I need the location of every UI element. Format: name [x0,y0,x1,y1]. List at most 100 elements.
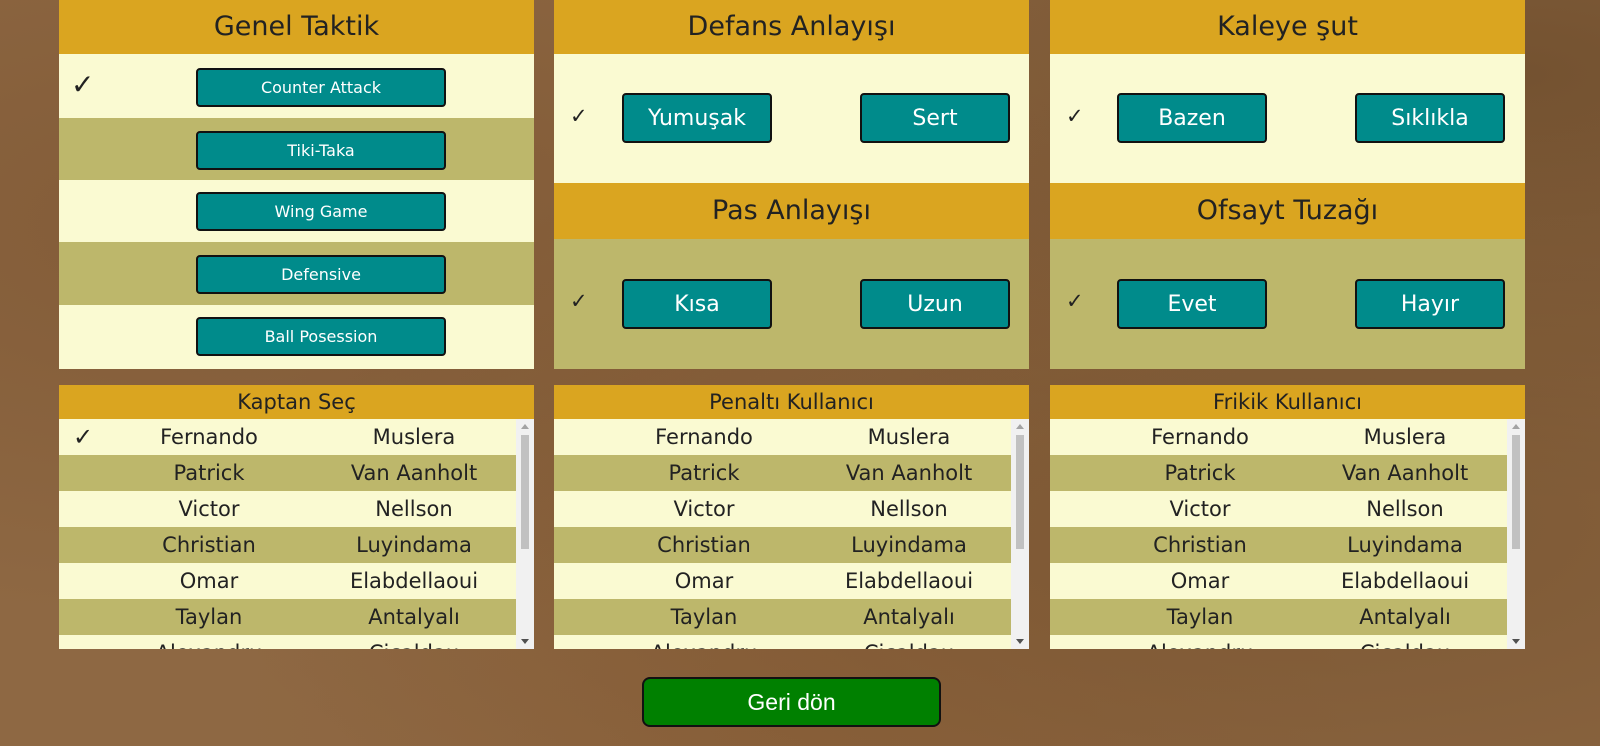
player-last-name: Muslera [372,425,456,449]
offside-options: ✓ Evet Hayır [1050,239,1525,369]
penalty-title: Penaltı Kullanıcı [554,385,1029,419]
player-first-name: Taylan [175,605,243,629]
scroll-up-arrow-icon[interactable] [1512,424,1520,429]
list-item[interactable]: Taylan Antalyalı [1050,599,1507,635]
player-first-name: Fernando [1151,425,1249,449]
player-first-name: Fernando [160,425,258,449]
player-last-name: Luyindama [1347,533,1463,557]
player-last-name: Antalyalı [1359,605,1451,629]
scroll-up-arrow-icon[interactable] [521,424,529,429]
list-item[interactable]: Christian Luyindama [59,527,516,563]
list-item[interactable]: Christian Luyindama [1050,527,1507,563]
scroll-up-arrow-icon[interactable] [1016,424,1024,429]
player-last-name: Muslera [867,425,951,449]
list-item[interactable]: Taylan Antalyalı [59,599,516,635]
player-first-name: Christian [657,533,751,557]
list-item[interactable]: Victor Nellson [59,491,516,527]
player-first-name: Omar [674,569,734,593]
scrollbar[interactable] [1011,419,1029,649]
offside-no-button[interactable]: Hayır [1355,279,1505,329]
player-first-name: Omar [179,569,239,593]
shot-panel: Kaleye şut ✓ Bazen Sıklıkla [1050,0,1525,183]
list-item[interactable]: Victor Nellson [554,491,1011,527]
player-last-name: Van Aanholt [1341,461,1469,485]
list-item[interactable]: Omar Elabdellaoui [1050,563,1507,599]
list-item[interactable]: Omar Elabdellaoui [554,563,1011,599]
offside-title: Ofsayt Tuzağı [1050,183,1525,239]
player-first-name: Omar [1170,569,1230,593]
selected-check-icon: ✓ [72,423,94,451]
pass-long-button[interactable]: Uzun [860,279,1010,329]
list-item[interactable]: Fernando Muslera [554,419,1011,455]
scrollbar-thumb[interactable] [521,435,529,549]
player-first-name: Patrick [668,461,740,485]
general-tactic-panel: Genel Taktik ✓ Counter Attack Tiki-Taka … [59,0,534,369]
tactic-defensive-button[interactable]: Defensive [196,255,446,294]
defense-soft-button[interactable]: Yumuşak [622,93,772,143]
shot-often-button[interactable]: Sıklıkla [1355,93,1505,143]
player-first-name: Taylan [670,605,738,629]
back-button[interactable]: Geri dön [642,677,941,727]
list-item[interactable]: Omar Elabdellaoui [59,563,516,599]
list-item[interactable]: Patrick Van Aanholt [554,455,1011,491]
list-item[interactable]: Patrick Van Aanholt [59,455,516,491]
scrollbar[interactable] [516,419,534,649]
list-item[interactable]: Christian Luyindama [554,527,1011,563]
list-item[interactable]: Fernando Muslera [1050,419,1507,455]
captain-list[interactable]: ✓ Fernando Muslera Patrick Van Aanholt V… [59,419,534,649]
scrollbar-thumb[interactable] [1016,435,1024,549]
freekick-panel: Frikik Kullanıcı Fernando Muslera Patric… [1050,385,1525,651]
list-item[interactable]: ✓ Fernando Muslera [59,419,516,455]
list-item[interactable]: Victor Nellson [1050,491,1507,527]
defense-hard-button[interactable]: Sert [860,93,1010,143]
pass-options: ✓ Kısa Uzun [554,239,1029,369]
captain-list-rows: ✓ Fernando Muslera Patrick Van Aanholt V… [59,419,516,649]
freekick-title: Frikik Kullanıcı [1050,385,1525,419]
player-last-name: Luyindama [851,533,967,557]
player-first-name: Victor [178,497,240,521]
tactic-row: Tiki-Taka [59,118,534,180]
selected-check-icon: ✓ [1066,104,1084,128]
penalty-list-rows: Fernando Muslera Patrick Van Aanholt Vic… [554,419,1011,649]
defense-options: ✓ Yumuşak Sert [554,54,1029,183]
shot-sometimes-button[interactable]: Bazen [1117,93,1267,143]
tactic-row: ✓ Counter Attack [59,54,534,118]
tactic-ball-posession-button[interactable]: Ball Posession [196,317,446,356]
selected-check-icon: ✓ [1066,289,1084,313]
player-last-name: Nellson [1366,497,1444,521]
offside-yes-button[interactable]: Evet [1117,279,1267,329]
player-last-name: Antalyalı [863,605,955,629]
scroll-down-arrow-icon[interactable] [1512,639,1520,644]
list-item[interactable]: Alexandru Cicaldau [1050,635,1507,649]
player-last-name: Cicaldau [864,641,954,649]
player-first-name: Alexandru [1147,641,1254,649]
pass-title: Pas Anlayışı [554,183,1029,239]
tactic-tiki-taka-button[interactable]: Tiki-Taka [196,131,446,170]
scrollbar-thumb[interactable] [1512,435,1520,549]
player-last-name: Muslera [1363,425,1447,449]
pass-short-button[interactable]: Kısa [622,279,772,329]
penalty-list[interactable]: Fernando Muslera Patrick Van Aanholt Vic… [554,419,1029,649]
player-last-name: Elabdellaoui [1340,569,1470,593]
player-last-name: Nellson [375,497,453,521]
list-item[interactable]: Alexandru Cicaldau [554,635,1011,649]
player-first-name: Alexandru [651,641,758,649]
player-first-name: Fernando [655,425,753,449]
selected-check-icon: ✓ [570,289,588,313]
scrollbar[interactable] [1507,419,1525,649]
general-tactic-title: Genel Taktik [59,0,534,54]
player-last-name: Nellson [870,497,948,521]
scroll-down-arrow-icon[interactable] [1016,639,1024,644]
list-item[interactable]: Alexandru Cicaldau [59,635,516,649]
tactic-wing-game-button[interactable]: Wing Game [196,192,446,231]
freekick-list[interactable]: Fernando Muslera Patrick Van Aanholt Vic… [1050,419,1525,649]
defense-panel: Defans Anlayışı ✓ Yumuşak Sert [554,0,1029,183]
tactic-counter-attack-button[interactable]: Counter Attack [196,68,446,107]
tactic-row: Wing Game [59,180,534,242]
list-item[interactable]: Taylan Antalyalı [554,599,1011,635]
selected-check-icon: ✓ [570,104,588,128]
list-item[interactable]: Patrick Van Aanholt [1050,455,1507,491]
player-last-name: Cicaldau [1360,641,1450,649]
player-first-name: Victor [673,497,735,521]
scroll-down-arrow-icon[interactable] [521,639,529,644]
